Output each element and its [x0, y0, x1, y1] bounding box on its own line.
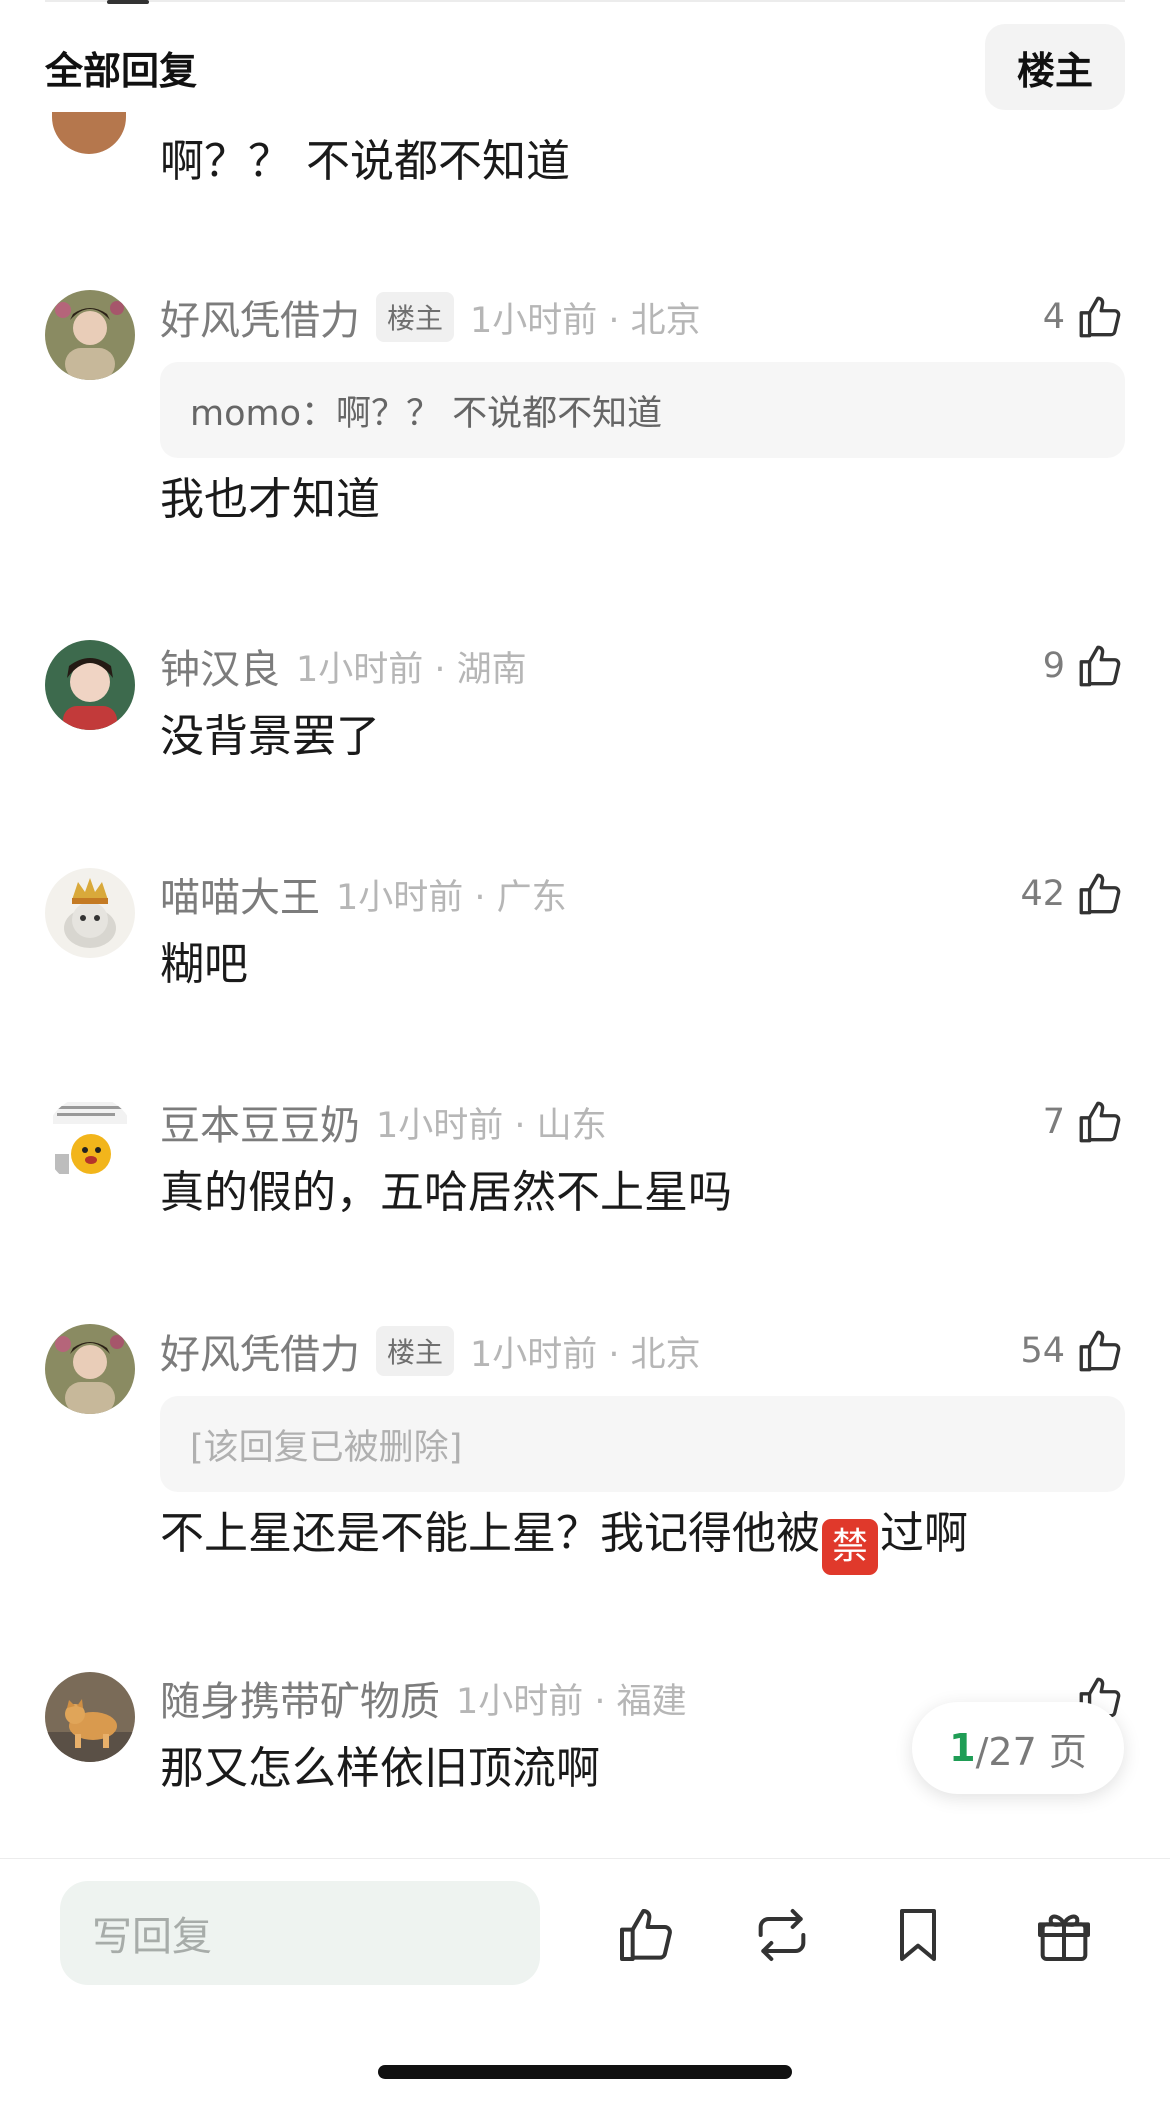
- gift-icon[interactable]: [1032, 1903, 1096, 1967]
- bottom-action-bar: 写回复: [0, 1858, 1170, 2107]
- thumb-up-icon[interactable]: [614, 1903, 678, 1967]
- comment-text: 啊？？ 不说都不知道: [160, 136, 570, 187]
- comment-item: 好风凭借力 楼主 1小时前 · 北京 54 [该回复已被删除] 不上星还是不能上…: [45, 1322, 1125, 1592]
- all-replies-title: 全部回复: [45, 48, 198, 93]
- comment-meta: 1小时前 · 北京: [470, 1334, 701, 1375]
- comment-text: 没背景罢了: [160, 711, 380, 762]
- comment-item: 豆本豆豆奶 1小时前 · 山东 7 真的假的，五哈居然不上星吗: [45, 1093, 1125, 1218]
- ban-emoji-icon: 禁: [822, 1519, 878, 1575]
- username[interactable]: 好风凭借力: [160, 1322, 360, 1380]
- username[interactable]: 豆本豆豆奶: [160, 1093, 360, 1151]
- avatar[interactable]: [45, 1096, 135, 1186]
- comment-item: 好风凭借力 楼主 1小时前 · 北京 4 momo：啊？？ 不说都不知道 我也才…: [45, 288, 1125, 548]
- username[interactable]: 随身携带矿物质: [160, 1669, 440, 1727]
- avatar[interactable]: [45, 868, 135, 958]
- username[interactable]: 喵喵大王: [160, 865, 320, 923]
- like-count: 9: [1042, 646, 1065, 686]
- repost-icon[interactable]: [750, 1903, 814, 1967]
- avatar[interactable]: [45, 640, 135, 730]
- comment-text: 不上星还是不能上星？我记得他被禁过啊: [160, 1504, 1125, 1575]
- like-button[interactable]: 42: [1020, 869, 1125, 919]
- avatar[interactable]: [45, 1324, 135, 1414]
- bookmark-icon[interactable]: [886, 1903, 950, 1967]
- page-total: /27 页: [975, 1729, 1087, 1774]
- comment-meta: 1小时前 · 山东: [376, 1105, 607, 1146]
- comment-meta: 1小时前 · 广东: [336, 877, 567, 918]
- comment-meta: 1小时前 · 北京: [470, 300, 701, 341]
- comment-meta: 1小时前 · 湖南: [296, 649, 527, 690]
- comment-text: 我也才知道: [160, 474, 380, 525]
- username[interactable]: 钟汉良: [160, 637, 280, 695]
- avatar[interactable]: [45, 290, 135, 380]
- tab-indicator: [107, 0, 149, 4]
- comment-text-part: 不上星还是不能上星？我记得他被: [160, 1508, 820, 1559]
- page-indicator[interactable]: 1/27 页: [912, 1702, 1124, 1794]
- comment-meta: 1小时前 · 福建: [456, 1681, 687, 1722]
- quoted-reply[interactable]: momo：啊？？ 不说都不知道: [160, 362, 1125, 458]
- op-badge: 楼主: [376, 1326, 455, 1376]
- reply-input[interactable]: 写回复: [60, 1881, 540, 1985]
- comment-text-part: 过啊: [880, 1508, 968, 1559]
- thumb-up-icon: [1079, 296, 1121, 338]
- comment-item: 钟汉良 1小时前 · 湖南 9 没背景罢了: [45, 637, 1125, 762]
- like-count: 4: [1042, 297, 1065, 337]
- like-count: 42: [1020, 874, 1065, 914]
- like-button[interactable]: 4: [1043, 292, 1125, 342]
- like-count: 7: [1042, 1102, 1065, 1142]
- deleted-reply-quote: [该回复已被删除]: [160, 1396, 1125, 1492]
- thumb-up-icon: [1079, 1330, 1121, 1372]
- thumb-up-icon: [1079, 873, 1121, 915]
- avatar[interactable]: [45, 1672, 135, 1762]
- avatar[interactable]: [52, 112, 126, 154]
- comment-text: 糊吧: [160, 939, 248, 990]
- page-current: 1: [949, 1726, 976, 1770]
- top-divider: [45, 0, 1125, 4]
- like-button[interactable]: 7: [1043, 1097, 1125, 1147]
- op-only-filter-button[interactable]: 楼主: [985, 24, 1125, 110]
- comment-text: 真的假的，五哈居然不上星吗: [160, 1167, 732, 1218]
- op-badge: 楼主: [376, 292, 455, 342]
- username[interactable]: 好风凭借力: [160, 288, 360, 346]
- like-count: 54: [1020, 1331, 1065, 1371]
- thumb-up-icon: [1079, 645, 1121, 687]
- comment-item: 喵喵大王 1小时前 · 广东 42 糊吧: [45, 865, 1125, 990]
- replies-header: 全部回复 楼主: [45, 24, 1125, 110]
- home-indicator: [378, 2065, 792, 2079]
- like-button[interactable]: 54: [1020, 1326, 1125, 1376]
- like-button[interactable]: 9: [1043, 641, 1125, 691]
- thumb-up-icon: [1079, 1101, 1121, 1143]
